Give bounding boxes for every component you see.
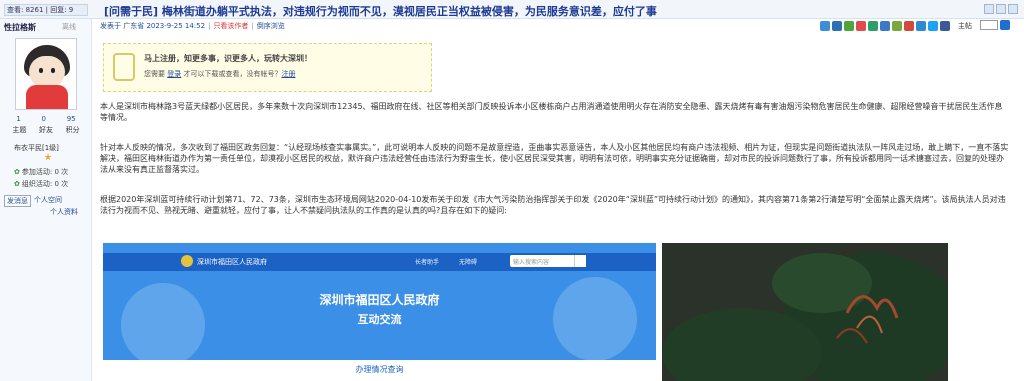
share-weibo-icon[interactable] (856, 21, 866, 31)
friends-count[interactable]: 0 (42, 115, 46, 123)
medal-icon: ✿ (14, 168, 20, 176)
author-stat-labels: 主题 好友 积分 (6, 125, 86, 135)
post-paragraph-2: 针对本人反映的情况，多次收到了福田区政务回复：“认经现场核查实事属实。”，此可说… (100, 143, 1009, 174)
personal-info-link[interactable]: 个人资料 (50, 207, 78, 217)
medal-text: 组织活动: 0 次 (21, 180, 69, 188)
share-twitter-icon[interactable] (928, 21, 938, 31)
share-facebook-icon[interactable] (940, 21, 950, 31)
notice-prefix: 您需要 (144, 70, 165, 78)
gov-site-name: 深圳市福田区人民政府 (197, 258, 267, 266)
register-link[interactable]: 注册 (281, 70, 295, 78)
notice-headline: 马上注册，知更多事，识更多人，玩转大深圳！ (144, 54, 312, 63)
points-label: 积分 (65, 126, 80, 134)
topics-count[interactable]: 1 (16, 115, 20, 123)
floor-jump-input[interactable] (980, 20, 998, 30)
author-name[interactable]: 性拉格斯 (4, 22, 36, 33)
floor-jump-button[interactable] (1000, 20, 1010, 30)
lock-icon (113, 53, 135, 81)
avatar-face (29, 56, 65, 88)
avatar-body (26, 85, 68, 109)
reverse-order-link[interactable]: 倒序浏览 (257, 22, 285, 30)
share-icons (820, 21, 950, 31)
personal-space-link[interactable]: 个人空间 (34, 195, 62, 207)
print-icon[interactable] (984, 4, 994, 14)
national-emblem-icon (181, 255, 193, 267)
login-link[interactable]: 登录 (167, 70, 181, 78)
medal-activity-organize: ✿ 组织活动: 0 次 (14, 179, 68, 189)
notice-text: 您需要 登录 才可以下载或查看，没有帐号？注册 (144, 69, 295, 79)
online-status: 离线 (62, 23, 76, 31)
author-stat-values: 1 0 95 (6, 115, 86, 123)
share-add-icon[interactable] (820, 21, 830, 31)
avatar-eye (39, 68, 43, 73)
floor-label: 主帖 (958, 22, 972, 30)
login-notice: 马上注册，知更多事，识更多人，玩转大深圳！ 您需要 登录 才可以下载或查看，没有… (103, 43, 432, 92)
elder-assist-link: 长者助手 (415, 259, 440, 266)
only-author-link[interactable]: 只看该作者 (213, 22, 248, 30)
gov-banner-title: 深圳市福田区人民政府 (319, 293, 440, 307)
avatar[interactable] (15, 38, 77, 110)
next-thread-icon[interactable] (1008, 4, 1018, 14)
gov-banner-subtitle: 互动交流 (357, 313, 402, 326)
post-time: 发表于 广东省 2023-9-25 14:52 (100, 22, 206, 30)
topics-label: 主题 (12, 126, 27, 134)
user-rank: 布衣平民[1级] (14, 144, 59, 152)
post-paragraph-3: 根据2020年深圳蓝可持续行动计划第71、72、73条，深圳市生态环境局网站20… (100, 195, 1006, 215)
thread-title[interactable]: [问需于民] 梅林街道办躺平式执法，对违规行为视而不见，漠视居民正当权益被侵害，… (104, 3, 657, 19)
share-netease-icon[interactable] (904, 21, 914, 31)
send-message-button[interactable]: 发消息 (4, 195, 31, 207)
points-count[interactable]: 95 (67, 115, 76, 123)
post-meta: 发表于 广东省 2023-9-25 14:52 | 只看该作者 | 倒序浏览 (100, 22, 285, 30)
thread-tools (984, 4, 1018, 14)
medal-text: 参加活动: 0 次 (21, 168, 69, 176)
avatar-eye (51, 68, 55, 73)
share-wechat-icon[interactable] (844, 21, 854, 31)
gov-search-box: 输入搜索内容 (510, 255, 578, 267)
gov-tab-query: 办理情况查询 (355, 365, 404, 374)
share-renren-icon[interactable] (880, 21, 890, 31)
share-kaixin-icon[interactable] (892, 21, 902, 31)
author-sidebar: 性拉格斯 离线 1 0 95 主题 好友 积分 布衣平民[1级] ★ ✿ 参加活动… (0, 19, 92, 381)
share-qq-icon[interactable] (916, 21, 926, 31)
share-qzone-icon[interactable] (832, 21, 842, 31)
view-reply-stats: 查看: 8261 | 回复: 9 (4, 4, 88, 16)
prev-thread-icon[interactable] (996, 4, 1006, 14)
night-street-photo[interactable] (662, 243, 948, 381)
gov-website-screenshot[interactable]: 深圳市福田区人民政府 长者助手 无障碍 输入搜索内容 深圳市福田区人民政府 互动… (103, 243, 656, 381)
friends-label: 好友 (38, 126, 53, 134)
accessibility-link: 无障碍 (459, 259, 478, 266)
medal-activity-join: ✿ 参加活动: 0 次 (14, 167, 68, 177)
search-icon (574, 255, 586, 267)
share-douban-icon[interactable] (868, 21, 878, 31)
notice-middle: 才可以下载或查看，没有帐号？ (183, 70, 282, 78)
post-paragraph-1: 本人是深圳市梅林路3号蓝天绿都小区居民，多年来数十次向深圳市12345、福田政府… (100, 102, 1003, 122)
medal-icon: ✿ (14, 180, 20, 188)
rank-star-icon: ★ (44, 153, 53, 163)
photo-drawing (662, 243, 948, 381)
author-actions: 发消息 个人空间 (4, 195, 62, 207)
